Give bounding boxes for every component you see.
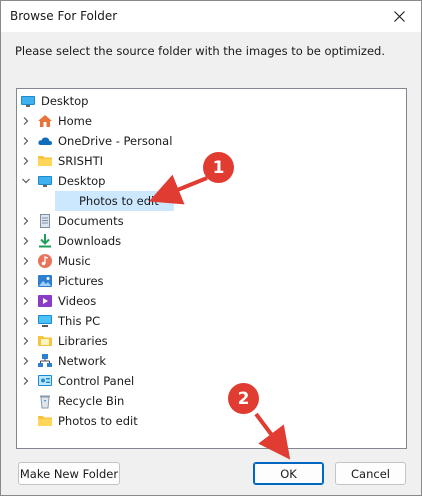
arrow-2 (254, 412, 291, 460)
annotation-badge-1: 1 (203, 152, 234, 183)
annotation-arrows (148, 174, 291, 460)
annotation-badge-2: 2 (228, 383, 259, 414)
arrow-1 (148, 174, 208, 205)
